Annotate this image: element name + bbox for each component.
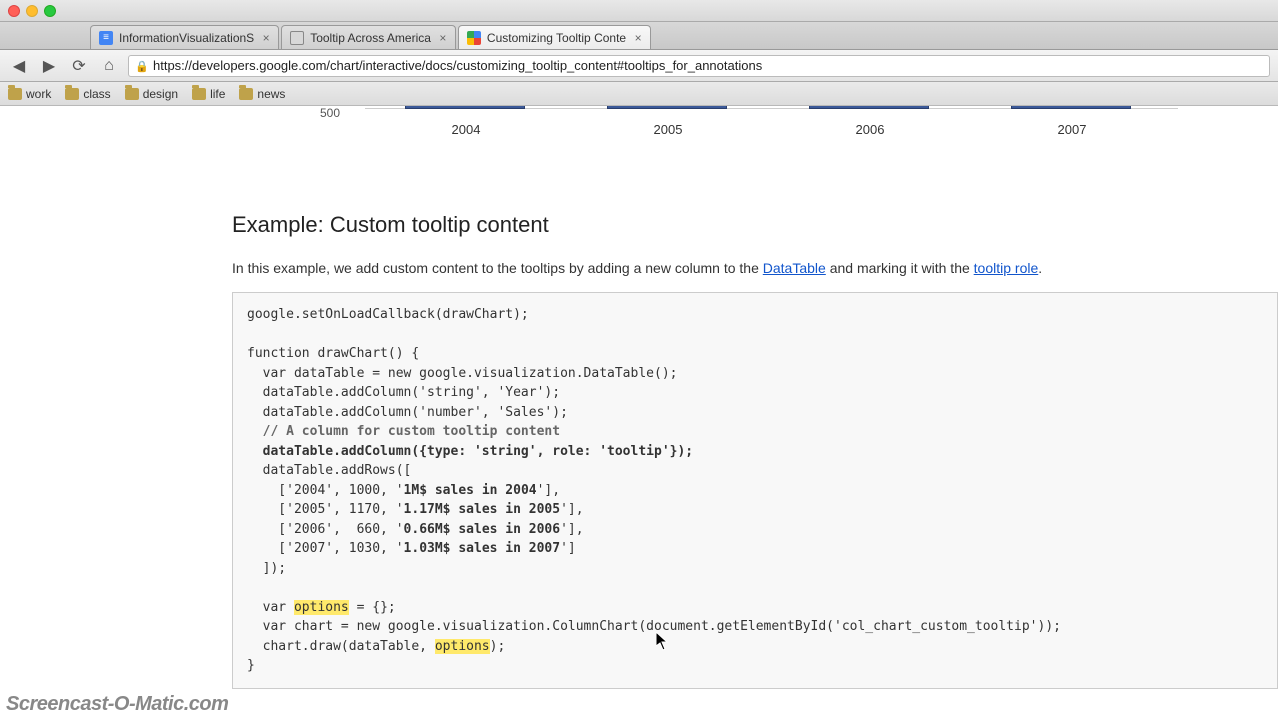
chart-bar-2005 <box>607 106 727 109</box>
tab-tooltip-across-america[interactable]: Tooltip Across America × <box>281 25 456 49</box>
window-close-icon[interactable] <box>8 5 20 17</box>
y-axis-tick-label: 500 <box>320 106 340 120</box>
reload-button[interactable]: ⟳ <box>68 55 90 77</box>
chart-bar-2004 <box>405 106 525 109</box>
forward-button[interactable]: ▶ <box>38 55 60 77</box>
bookmark-news[interactable]: news <box>239 87 285 101</box>
favicon-google-icon <box>467 31 481 45</box>
url-text: https://developers.google.com/chart/inte… <box>153 58 762 73</box>
favicon-doc-icon: ≡ <box>99 31 113 45</box>
window-titlebar <box>0 0 1278 22</box>
bookmark-life[interactable]: life <box>192 87 225 101</box>
folder-icon <box>125 88 139 100</box>
close-tab-icon[interactable]: × <box>437 32 449 44</box>
code-sample: google.setOnLoadCallback(drawChart); fun… <box>232 292 1278 689</box>
address-bar[interactable]: 🔒 https://developers.google.com/chart/in… <box>128 55 1270 77</box>
tab-title: InformationVisualizationS <box>119 31 254 45</box>
folder-icon <box>239 88 253 100</box>
folder-icon <box>8 88 22 100</box>
close-tab-icon[interactable]: × <box>260 32 272 44</box>
browser-toolbar: ◀ ▶ ⟳ ⌂ 🔒 https://developers.google.com/… <box>0 50 1278 82</box>
watermark: Screencast-O-Matic.com <box>6 693 228 716</box>
folder-icon <box>192 88 206 100</box>
chart-bar-2006 <box>809 106 929 109</box>
chart-axis-fragment: 500 2004 2005 2006 2007 <box>0 106 1278 142</box>
x-tick-2005: 2005 <box>654 122 683 137</box>
folder-icon <box>65 88 79 100</box>
chart-bar-2007 <box>1011 106 1131 109</box>
bookmark-work[interactable]: work <box>8 87 51 101</box>
link-tooltip-role[interactable]: tooltip role <box>974 260 1039 276</box>
intro-paragraph: In this example, we add custom content t… <box>232 260 1278 276</box>
x-tick-2006: 2006 <box>856 122 885 137</box>
bookmark-class[interactable]: class <box>65 87 110 101</box>
browser-tabbar: ≡ InformationVisualizationS × Tooltip Ac… <box>0 22 1278 50</box>
tab-info-visualization[interactable]: ≡ InformationVisualizationS × <box>90 25 279 49</box>
bookmark-design[interactable]: design <box>125 87 178 101</box>
window-minimize-icon[interactable] <box>26 5 38 17</box>
tab-title: Tooltip Across America <box>310 31 431 45</box>
back-button[interactable]: ◀ <box>8 55 30 77</box>
link-datatable[interactable]: DataTable <box>763 260 826 276</box>
tab-title: Customizing Tooltip Conte <box>487 31 626 45</box>
x-tick-2007: 2007 <box>1058 122 1087 137</box>
section-heading: Example: Custom tooltip content <box>232 212 1278 238</box>
home-button[interactable]: ⌂ <box>98 55 120 77</box>
x-tick-2004: 2004 <box>452 122 481 137</box>
page-viewport: 500 2004 2005 2006 2007 Example: Custom … <box>0 106 1278 720</box>
article-content: Example: Custom tooltip content In this … <box>0 142 1278 689</box>
lock-icon: 🔒 <box>135 60 147 72</box>
close-tab-icon[interactable]: × <box>632 32 644 44</box>
bookmarks-bar: work class design life news <box>0 82 1278 106</box>
tab-customizing-tooltip[interactable]: Customizing Tooltip Conte × <box>458 25 651 49</box>
window-zoom-icon[interactable] <box>44 5 56 17</box>
favicon-pin-icon <box>290 31 304 45</box>
